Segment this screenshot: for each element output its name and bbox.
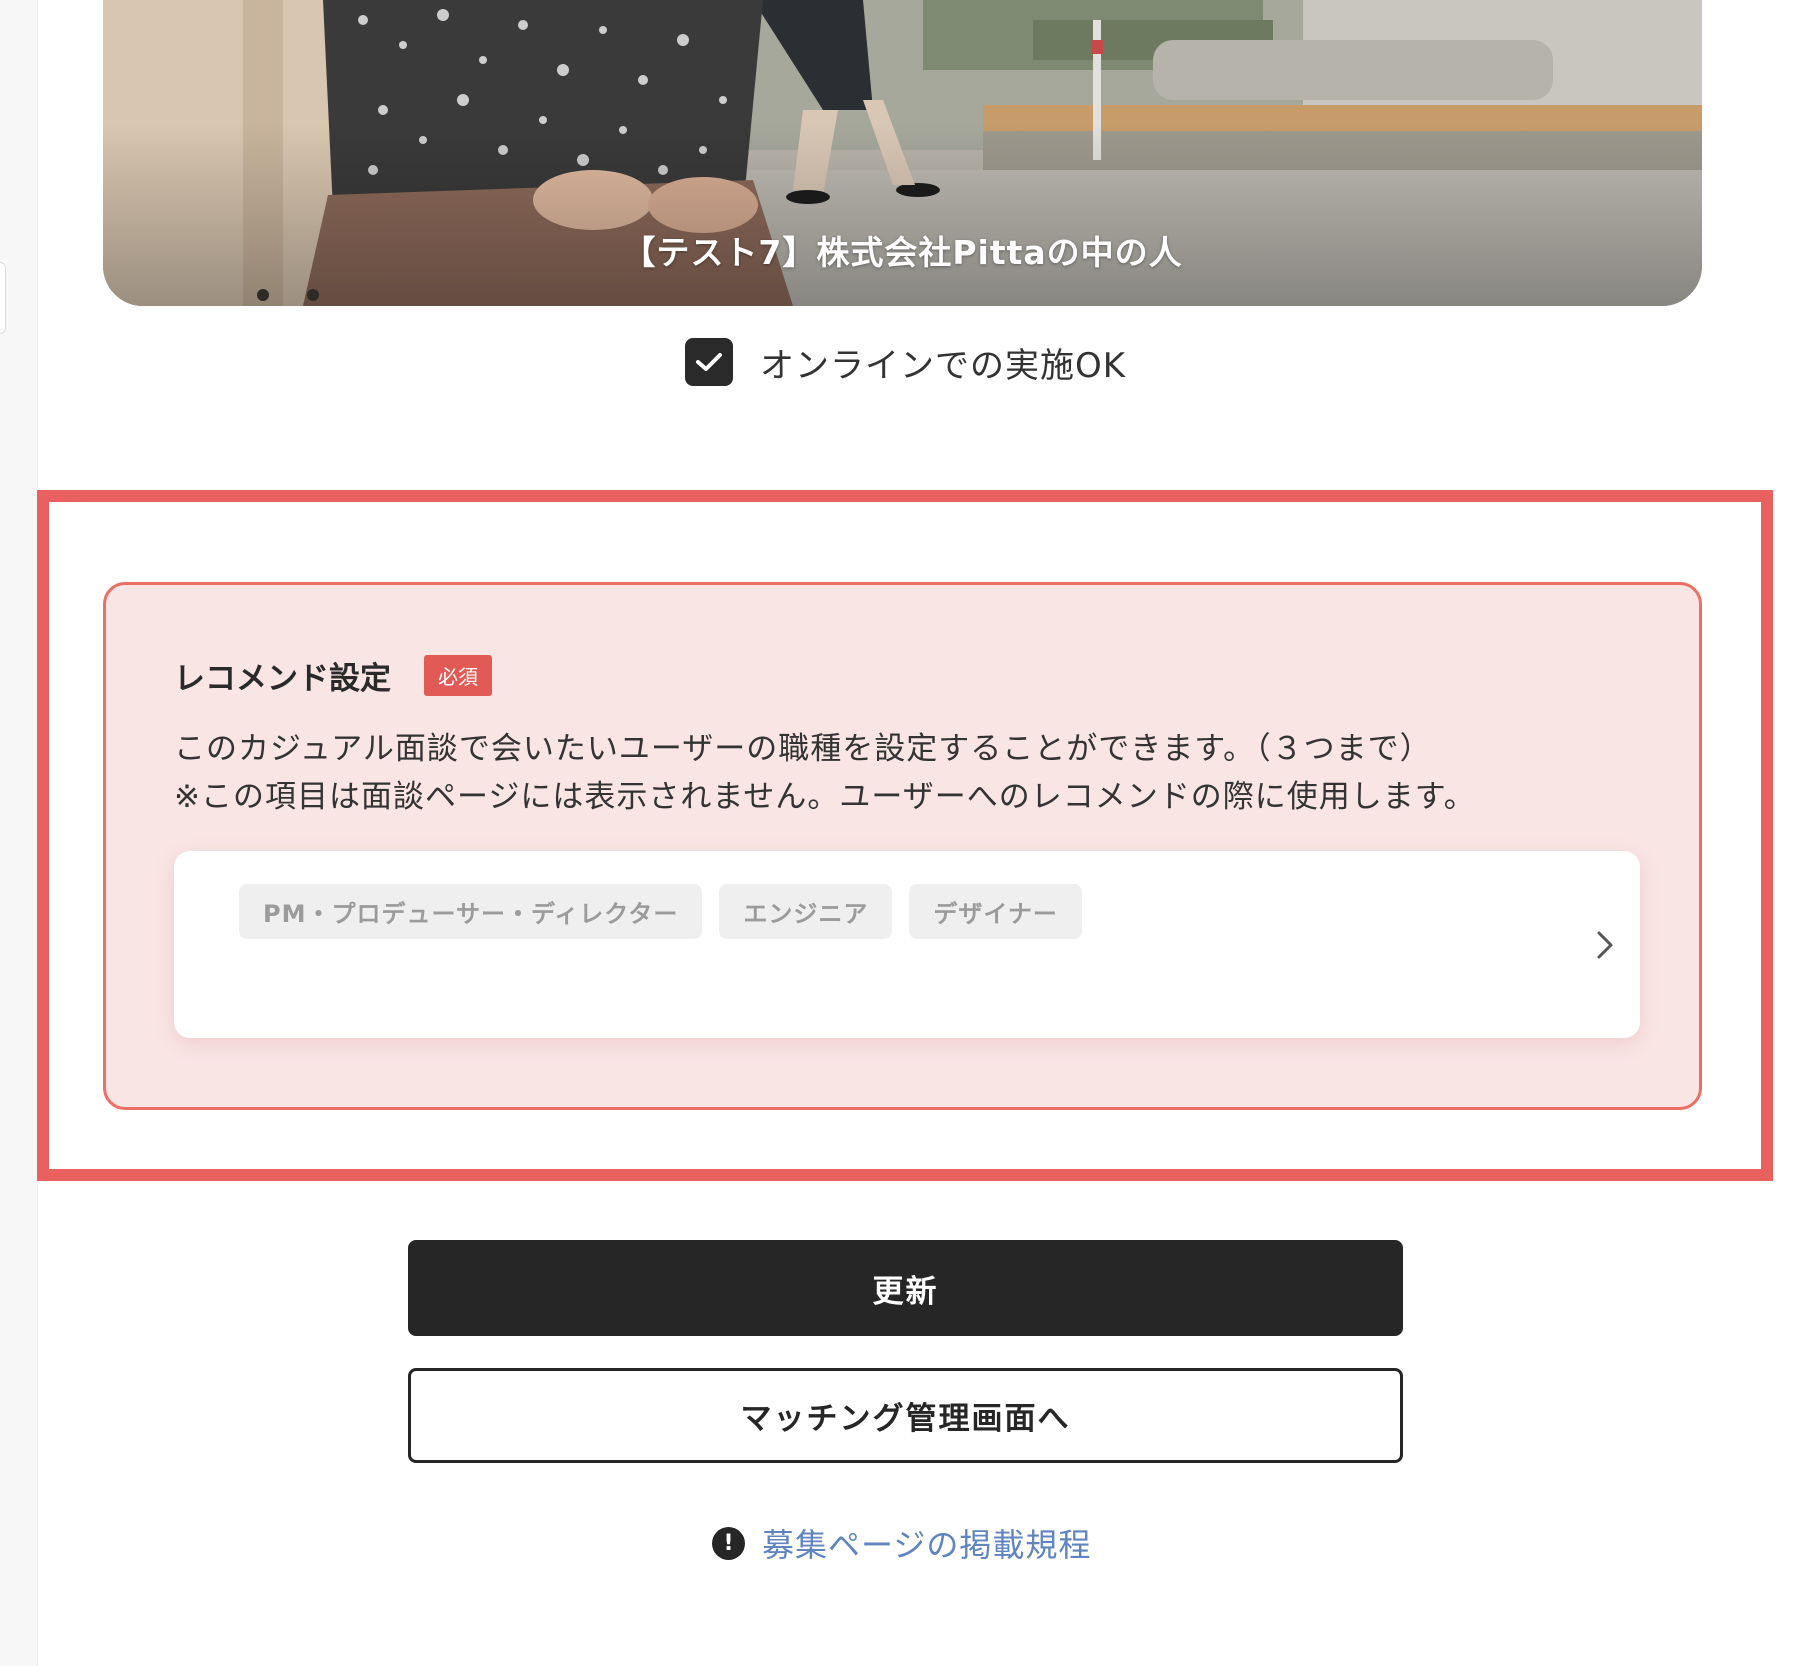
posting-rules-link[interactable]: ! 募集ページの掲載規程	[712, 1520, 1091, 1566]
role-chip[interactable]: PM・プロデューサー・ディレクター	[239, 884, 703, 939]
recommend-description-line2: ※この項目は面談ページには表示されません。ユーザーへのレコメンドの際に使用します…	[174, 779, 1476, 815]
role-selector[interactable]: PM・プロデューサー・ディレクター エンジニア デザイナー	[174, 851, 1640, 1038]
exclamation-circle-icon: !	[712, 1526, 745, 1560]
selected-role-chips: PM・プロデューサー・ディレクター エンジニア デザイナー	[239, 884, 1099, 939]
update-button[interactable]: 更新	[408, 1240, 1403, 1336]
required-badge: 必須	[424, 655, 492, 696]
recommend-header: レコメンド設定 必須	[174, 653, 492, 698]
chevron-right-icon[interactable]	[1590, 925, 1620, 965]
check-icon	[696, 353, 722, 371]
role-chip[interactable]: エンジニア	[719, 884, 893, 939]
sidebar-toggle-handle[interactable]	[0, 262, 6, 334]
page: 【テスト7】株式会社Pittaの中の人 オンラインでの実施OK レコメンド設定 …	[0, 0, 1798, 1666]
recommend-description: このカジュアル面談で会いたいユーザーの職種を設定することができます。（３つまで）…	[174, 725, 1476, 821]
online-ok-label: オンラインでの実施OK	[760, 345, 1127, 386]
recommend-title: レコメンド設定	[174, 661, 391, 697]
cover-caption: 【テスト7】株式会社Pittaの中の人	[622, 233, 1183, 272]
left-sidebar-edge	[0, 0, 38, 1666]
matching-management-button[interactable]: マッチング管理画面へ	[408, 1368, 1403, 1463]
role-chip[interactable]: デザイナー	[909, 884, 1082, 939]
online-ok-checkbox[interactable]	[685, 338, 733, 386]
recommend-settings-card: レコメンド設定 必須 このカジュアル面談で会いたいユーザーの職種を設定することが…	[103, 582, 1702, 1110]
cover-photo: 【テスト7】株式会社Pittaの中の人	[103, 0, 1702, 306]
recommend-description-line1: このカジュアル面談で会いたいユーザーの職種を設定することができます。（３つまで）	[174, 731, 1432, 767]
online-ok-option[interactable]: オンラインでの実施OK	[685, 337, 1126, 387]
posting-rules-link-text[interactable]: 募集ページの掲載規程	[762, 1520, 1091, 1566]
